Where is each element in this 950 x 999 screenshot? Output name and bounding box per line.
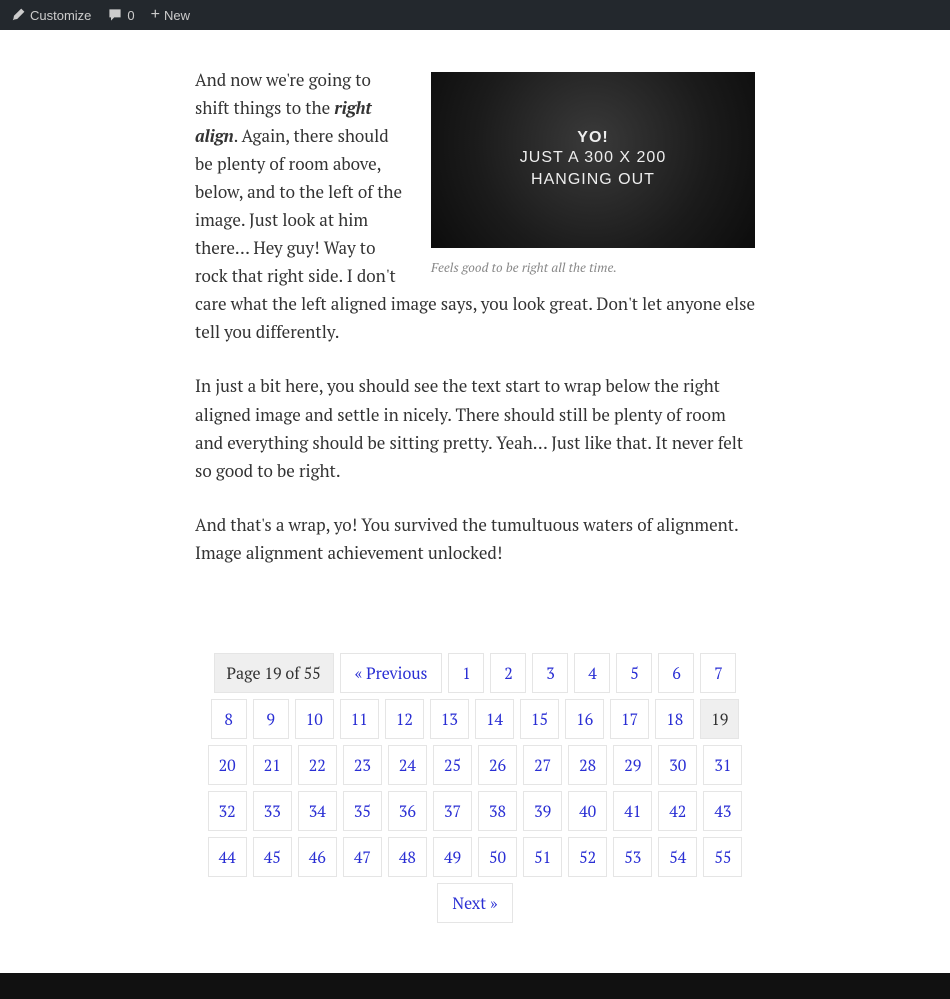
- footer-bar: [0, 973, 950, 999]
- page-37[interactable]: 37: [433, 791, 472, 831]
- image-text-line3: HANGING OUT: [531, 169, 655, 191]
- next-button[interactable]: Next »: [437, 883, 512, 923]
- page-43[interactable]: 43: [703, 791, 742, 831]
- page-8[interactable]: 8: [211, 699, 247, 739]
- new-link[interactable]: + New: [151, 7, 190, 23]
- page-7[interactable]: 7: [700, 653, 736, 693]
- page-35[interactable]: 35: [343, 791, 382, 831]
- page-30[interactable]: 30: [658, 745, 697, 785]
- page-16[interactable]: 16: [565, 699, 604, 739]
- pagination: Page 19 of 55« Previous12345678910111213…: [183, 653, 767, 973]
- page-23[interactable]: 23: [343, 745, 382, 785]
- page-55[interactable]: 55: [703, 837, 742, 877]
- page-45[interactable]: 45: [253, 837, 292, 877]
- page-12[interactable]: 12: [385, 699, 424, 739]
- page-44[interactable]: 44: [208, 837, 247, 877]
- page-19: 19: [700, 699, 739, 739]
- admin-bar: Customize 0 + New: [0, 0, 950, 30]
- page-18[interactable]: 18: [655, 699, 694, 739]
- paragraph-closing: And that's a wrap, yo! You survived the …: [195, 511, 755, 567]
- page-40[interactable]: 40: [568, 791, 607, 831]
- image-caption: Feels good to be right all the time.: [431, 258, 755, 276]
- page-51[interactable]: 51: [523, 837, 562, 877]
- page-6[interactable]: 6: [658, 653, 694, 693]
- page-1[interactable]: 1: [448, 653, 484, 693]
- page-14[interactable]: 14: [475, 699, 514, 739]
- page-31[interactable]: 31: [703, 745, 742, 785]
- page-42[interactable]: 42: [658, 791, 697, 831]
- plus-icon: +: [151, 7, 160, 23]
- page-50[interactable]: 50: [478, 837, 517, 877]
- post-content: YO! JUST A 300 X 200 HANGING OUT Feels g…: [177, 30, 773, 653]
- page-9[interactable]: 9: [253, 699, 289, 739]
- comment-icon: [107, 7, 123, 23]
- page-body: YO! JUST A 300 X 200 HANGING OUT Feels g…: [0, 30, 950, 973]
- page-info: Page 19 of 55: [214, 653, 334, 693]
- aligned-image-figure: YO! JUST A 300 X 200 HANGING OUT Feels g…: [431, 72, 755, 276]
- new-label: New: [164, 8, 190, 23]
- page-11[interactable]: 11: [340, 699, 379, 739]
- page-29[interactable]: 29: [613, 745, 652, 785]
- page-39[interactable]: 39: [523, 791, 562, 831]
- page-3[interactable]: 3: [532, 653, 568, 693]
- page-15[interactable]: 15: [520, 699, 559, 739]
- prev-button[interactable]: « Previous: [340, 653, 443, 693]
- page-4[interactable]: 4: [574, 653, 610, 693]
- comments-link[interactable]: 0: [107, 7, 134, 23]
- page-33[interactable]: 33: [253, 791, 292, 831]
- page-10[interactable]: 10: [295, 699, 334, 739]
- brush-icon: [10, 7, 26, 23]
- page-34[interactable]: 34: [298, 791, 337, 831]
- page-47[interactable]: 47: [343, 837, 382, 877]
- page-54[interactable]: 54: [658, 837, 697, 877]
- page-22[interactable]: 22: [298, 745, 337, 785]
- image-text-line1: YO!: [577, 129, 608, 147]
- page-46[interactable]: 46: [298, 837, 337, 877]
- page-25[interactable]: 25: [433, 745, 472, 785]
- page-41[interactable]: 41: [613, 791, 652, 831]
- placeholder-image: YO! JUST A 300 X 200 HANGING OUT: [431, 72, 755, 248]
- page-21[interactable]: 21: [253, 745, 292, 785]
- page-38[interactable]: 38: [478, 791, 517, 831]
- customize-link[interactable]: Customize: [10, 7, 91, 23]
- page-17[interactable]: 17: [610, 699, 649, 739]
- page-52[interactable]: 52: [568, 837, 607, 877]
- page-13[interactable]: 13: [430, 699, 469, 739]
- page-53[interactable]: 53: [613, 837, 652, 877]
- page-49[interactable]: 49: [433, 837, 472, 877]
- page-20[interactable]: 20: [208, 745, 247, 785]
- page-32[interactable]: 32: [208, 791, 247, 831]
- page-5[interactable]: 5: [616, 653, 652, 693]
- image-text-line2: JUST A 300 X 200: [520, 147, 666, 169]
- page-28[interactable]: 28: [568, 745, 607, 785]
- paragraph-wrap: In just a bit here, you should see the t…: [195, 372, 755, 484]
- page-26[interactable]: 26: [478, 745, 517, 785]
- page-48[interactable]: 48: [388, 837, 427, 877]
- page-2[interactable]: 2: [490, 653, 526, 693]
- page-36[interactable]: 36: [388, 791, 427, 831]
- page-24[interactable]: 24: [388, 745, 427, 785]
- comments-count: 0: [127, 8, 134, 23]
- customize-label: Customize: [30, 8, 91, 23]
- page-27[interactable]: 27: [523, 745, 562, 785]
